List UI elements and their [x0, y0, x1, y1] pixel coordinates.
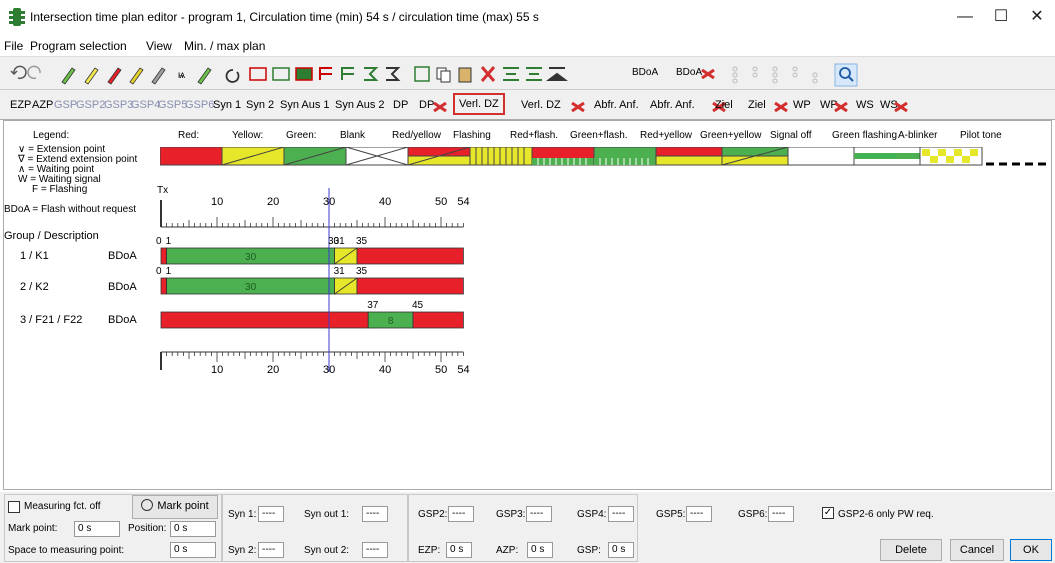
gsp6-field[interactable]: ----	[768, 506, 794, 522]
signal-bar-red	[160, 277, 167, 295]
group-time-mark: 1	[165, 236, 172, 247]
gsp4-field[interactable]: ----	[608, 506, 634, 522]
group-time-mark: 0	[156, 236, 162, 247]
gsp-group	[408, 494, 638, 562]
cancel-button[interactable]: Cancel	[950, 539, 1004, 561]
group-time-mark: 0	[156, 266, 162, 277]
azp-label: AZP:	[496, 545, 519, 556]
group-time-mark: 35	[356, 236, 368, 247]
delete-button[interactable]: Delete	[880, 539, 942, 561]
signal-bar-red	[356, 277, 464, 295]
syn1-field[interactable]: ----	[258, 506, 284, 522]
group-time-mark: 31	[333, 236, 345, 247]
group-name[interactable]: 2 / K2	[20, 281, 49, 293]
gsp6-label: GSP6:	[738, 509, 768, 520]
gsp4-label: GSP4:	[577, 509, 607, 520]
green-duration-label: 30	[245, 282, 257, 293]
group-bdoa: BDoA	[108, 314, 137, 326]
gsp-only-checkbox[interactable]: ✓	[822, 507, 834, 519]
gsp2-label: GSP2:	[418, 509, 448, 520]
signal-bar-red	[160, 311, 369, 329]
group-time-mark: 35	[356, 266, 368, 277]
mark-point-button[interactable]: Mark point	[132, 495, 218, 519]
group-name[interactable]: 1 / K1	[20, 250, 49, 262]
syn2-field[interactable]: ----	[258, 542, 284, 558]
gsp-only-label: GSP2-6 only PW req.	[838, 509, 934, 520]
green-duration-label: 30	[245, 252, 257, 263]
gsp3-label: GSP3:	[496, 509, 526, 520]
syn1-label: Syn 1:	[228, 509, 257, 520]
signal-bar-red	[412, 311, 464, 329]
ok-button[interactable]: OK	[1010, 539, 1052, 561]
gsp-field[interactable]: 0 s	[608, 542, 634, 558]
ezp-field[interactable]: 0 s	[446, 542, 472, 558]
measuring-label: Measuring fct. off	[24, 501, 101, 512]
signal-bar-red	[160, 247, 167, 265]
mark-point-button-label: Mark point	[157, 500, 209, 512]
gsp2-field[interactable]: ----	[448, 506, 474, 522]
group-bdoa: BDoA	[108, 281, 137, 293]
mark-point-field[interactable]: 0 s	[74, 521, 120, 537]
gsp-label: GSP:	[577, 545, 601, 556]
space-field[interactable]: 0 s	[170, 542, 216, 558]
synout2-label: Syn out 2:	[304, 545, 350, 556]
group-time-mark: 45	[412, 300, 424, 311]
measuring-checkbox[interactable]	[8, 501, 20, 513]
position-field[interactable]: 0 s	[170, 521, 216, 537]
group-time-mark: 31	[333, 266, 345, 277]
group-name[interactable]: 3 / F21 / F22	[20, 314, 82, 326]
green-duration-label: 8	[388, 316, 394, 327]
group-time-mark: 37	[367, 300, 379, 311]
gsp5-label: GSP5:	[656, 509, 686, 520]
gsp3-field[interactable]: ----	[526, 506, 552, 522]
signal-bar-red	[356, 247, 464, 265]
groups-header: Group / Description	[4, 230, 99, 242]
azp-field[interactable]: 0 s	[527, 542, 553, 558]
space-label: Space to measuring point:	[8, 545, 125, 556]
synout1-label: Syn out 1:	[304, 509, 350, 520]
stopwatch-icon	[141, 499, 154, 511]
group-time-mark: 1	[165, 266, 172, 277]
synout2-field[interactable]: ----	[362, 542, 388, 558]
position-label: Position:	[128, 523, 167, 534]
ezp-label: EZP:	[418, 545, 441, 556]
syn2-label: Syn 2:	[228, 545, 257, 556]
gsp5-field[interactable]: ----	[686, 506, 712, 522]
synout1-field[interactable]: ----	[362, 506, 388, 522]
mark-point-label: Mark point:	[8, 523, 58, 534]
group-bdoa: BDoA	[108, 250, 137, 262]
